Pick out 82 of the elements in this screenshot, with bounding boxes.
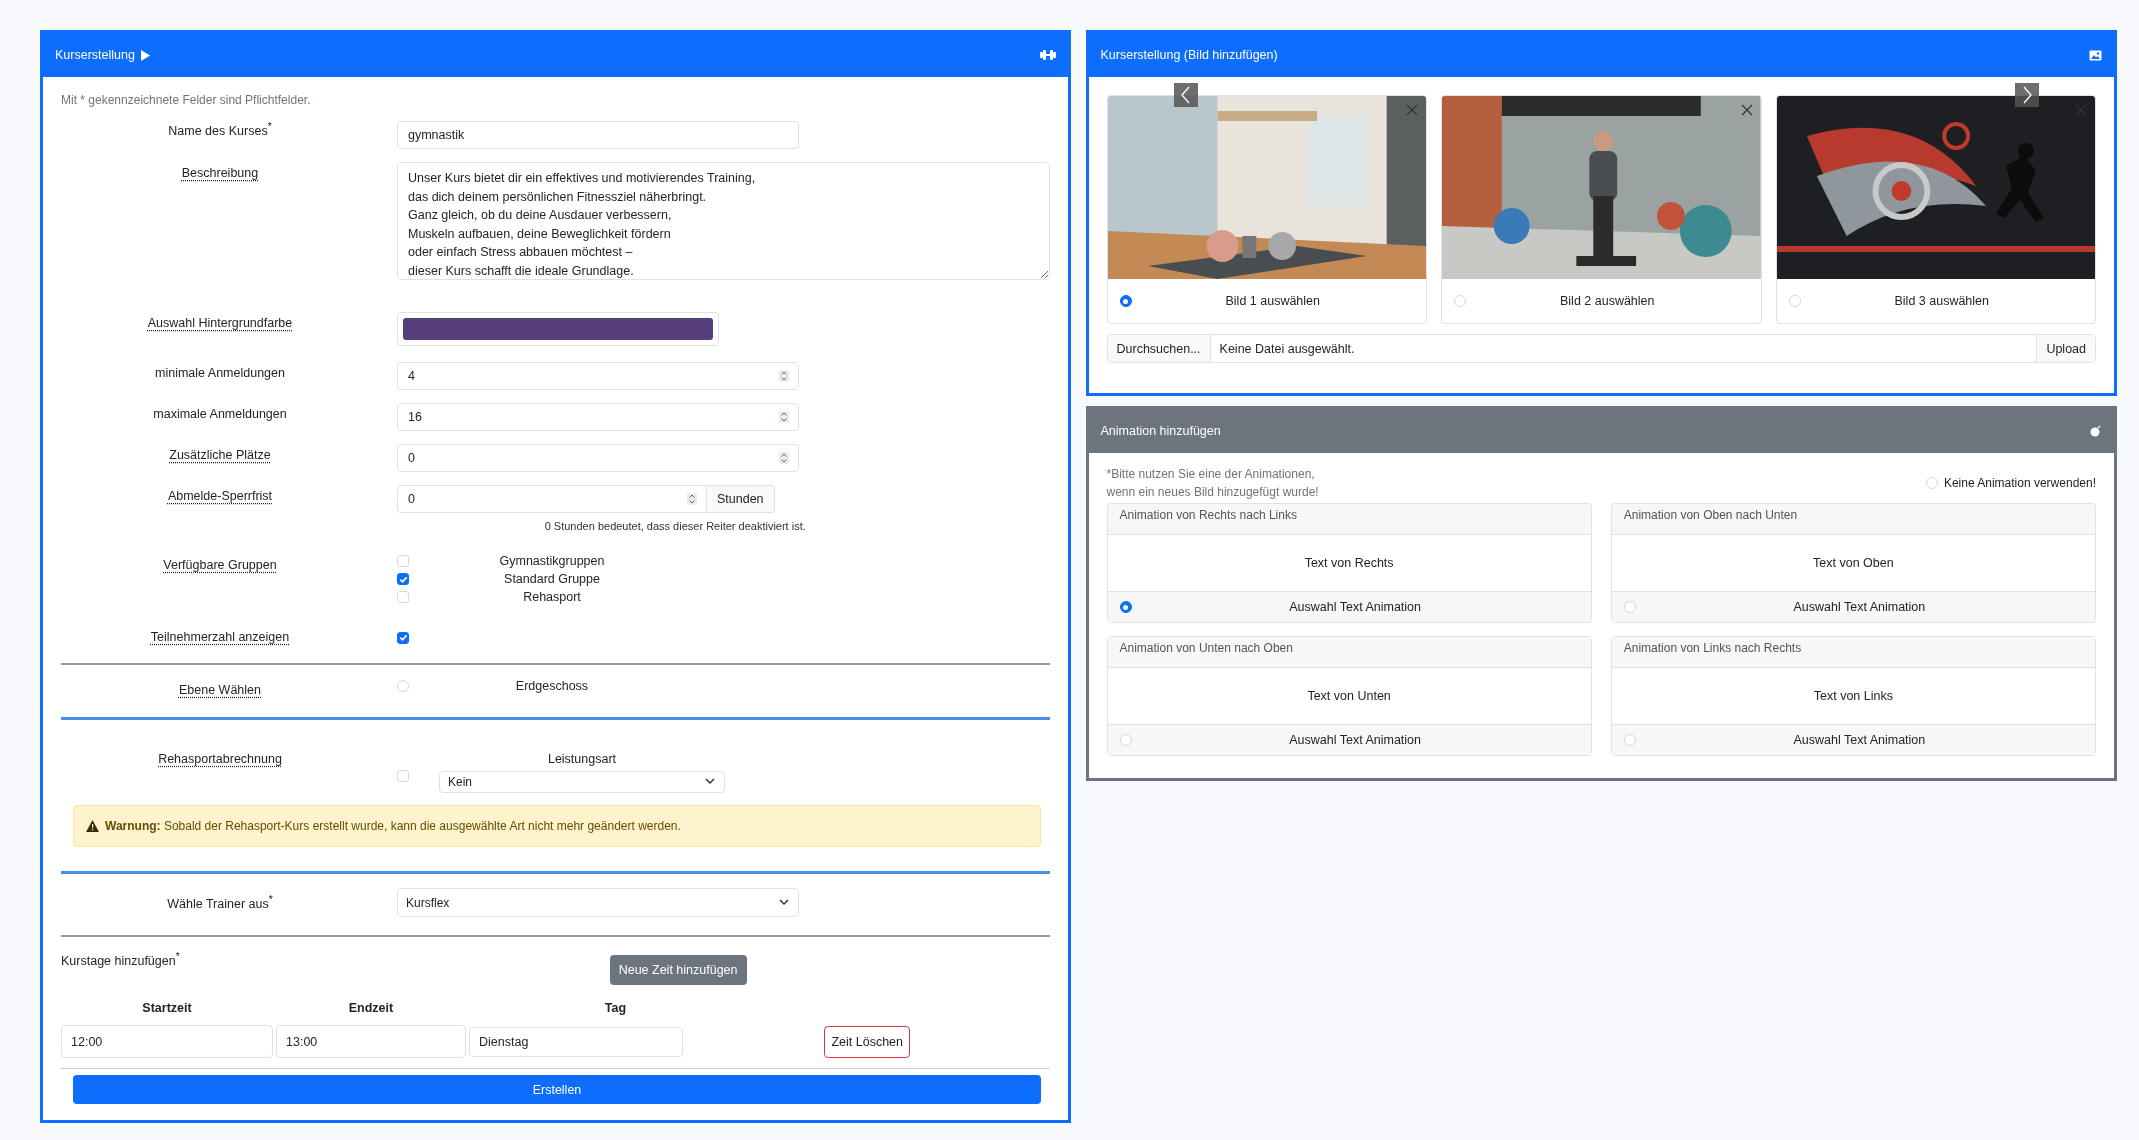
create-button[interactable]: Erstellen [73, 1075, 1041, 1104]
trainer-select[interactable]: Kursflex [397, 888, 799, 917]
delete-time-button[interactable]: Zeit Löschen [824, 1025, 911, 1058]
field-label: Rehasportabrechnung [158, 751, 282, 766]
close-icon[interactable] [1740, 104, 1753, 116]
field-label: Leistungsart [547, 752, 617, 766]
radio-label: Auswahl Text Animation [1288, 733, 1422, 747]
number-field[interactable]: 0 [397, 444, 799, 472]
spinner-icon[interactable] [779, 370, 789, 382]
file-name: Keine Datei ausgewählt. [1218, 340, 1356, 358]
field-label: Zusätzliche Plätze [169, 447, 271, 462]
field-label: Wähle Trainer aus$^{*}$ [167, 893, 273, 912]
bomb-icon [2090, 425, 2102, 437]
radio-label: Auswahl Text Animation [1792, 733, 1927, 747]
field-label: Verfügbare Gruppen [163, 557, 277, 572]
card-title: Animation von Oben nach Unten [1623, 508, 1798, 522]
field-label: Auswahl Hintergrundfarbe [147, 315, 293, 330]
radio-label: Bild 2 auswählen [1559, 294, 1656, 308]
warning-icon [86, 820, 99, 832]
checkbox-label: Gymnastikgruppen [498, 554, 606, 568]
spinner-icon[interactable] [779, 411, 789, 423]
section-label: Kurstage hinzufügen$^{*}$ [61, 951, 180, 969]
previous-icon[interactable] [1173, 83, 1198, 107]
warning-text: Warnung: Sobald der Rehasport-Kurs erstellt wurde, kann die ausgewählte Art nicht mehr geändert werden. [105, 819, 681, 833]
field-label: maximale Anmeldungen [153, 406, 287, 421]
panel-title: Kurserstellung (Bild hinzufügen) [1100, 48, 1278, 62]
radio-label: Bild 1 auswählen [1224, 294, 1321, 308]
field-label: Abmelde-Sperrfrist [167, 488, 273, 503]
day-field[interactable]: Dienstag [469, 1026, 683, 1057]
description-field[interactable]: Unser Kurs bietet dir ein effektives und motivierendes Training, das dich deinem persönlichen Fitnessziel näherbringt. Ganz gleich, ob du deine Ausdauer verbessern, Muskeln aufbauen, deine Beweglichkeit fördern oder einfach Stress abbauen möchtest – dieser Kurs schafft die ideale Grundlage. [397, 162, 1050, 280]
chevron-icon [705, 778, 715, 785]
sample-text: Text von Links [1813, 689, 1893, 703]
dumbbell-icon [1039, 49, 1056, 61]
sample-text: Text von Oben [1813, 556, 1894, 570]
number-field[interactable]: 4 [397, 362, 799, 390]
radio-label: Keine Animation verwenden! [1943, 476, 2096, 490]
checkbox[interactable] [397, 573, 409, 585]
field-label: Teilnehmerzahl anzeigen [150, 629, 290, 644]
field-label: minimale Anmeldungen [155, 365, 285, 380]
course-name-field[interactable]: gymnastik [397, 121, 799, 149]
card-title: Animation von Rechts nach Links [1119, 508, 1297, 522]
field-label: Beschreibung [181, 165, 259, 180]
image-icon [2089, 49, 2102, 61]
unit-addon[interactable]: Stunden [707, 485, 775, 513]
column-header: Tag [603, 1001, 628, 1015]
browse-button[interactable]: Durchsuchen... [1107, 335, 1211, 362]
spinner-icon[interactable] [779, 452, 789, 464]
radio-label: Auswahl Text Animation [1792, 600, 1927, 614]
file-field[interactable]: Durchsuchen... Keine Datei ausgewählt. Upload [1106, 334, 2096, 363]
animation-note: *Bitte nutzen Sie eine der Animationen, wenn ein neues Bild hinzugefügt wurde! [1106, 466, 1319, 501]
radio-label: Auswahl Text Animation [1288, 600, 1422, 614]
play-icon [140, 49, 150, 61]
radio-button[interactable] [1119, 295, 1132, 307]
sample-text: Text von Rechts [1304, 556, 1394, 570]
chevron-icon [779, 898, 789, 906]
radio-label: Erdgeschoss [514, 679, 590, 693]
time-field[interactable]: 12:00 [61, 1025, 273, 1058]
color-picker[interactable] [397, 312, 719, 346]
checkbox-label: Standard Gruppe [503, 572, 601, 586]
time-field[interactable]: 13:00 [276, 1025, 466, 1058]
service-select[interactable]: Kein [439, 771, 725, 793]
column-header: Startzeit [141, 1001, 193, 1015]
spinner-icon[interactable] [687, 493, 697, 505]
help-text: 0 Stunden bedeutet, dass dieser Reiter deaktiviert ist. [543, 520, 807, 532]
panel-title: Animation hinzufügen [1100, 424, 1221, 438]
next-icon[interactable] [2015, 83, 2039, 107]
field-label: Ebene Wählen [179, 682, 261, 697]
checkbox-label: Rehasport [522, 590, 582, 604]
sample-text: Text von Unten [1307, 689, 1391, 703]
upload-button[interactable]: Upload [2036, 335, 2095, 362]
card-title: Animation von Unten nach Oben [1119, 641, 1293, 655]
required-note: Mit * gekennzeichnete Felder sind Pflichtfelder. [61, 93, 312, 107]
panel-title: Kurserstellung [55, 48, 135, 62]
add-time-button[interactable]: Neue Zeit hinzufügen [609, 955, 747, 985]
checkbox[interactable] [397, 631, 409, 644]
number-field[interactable]: 16 [397, 403, 799, 431]
column-header: Endzeit [347, 1001, 395, 1015]
field-label: Name des Kurses$^{*}$ [168, 121, 272, 139]
radio-label: Bild 3 auswählen [1893, 294, 1990, 308]
number-field[interactable]: 0 [397, 485, 707, 513]
radio-button[interactable] [1119, 601, 1132, 613]
card-title: Animation von Links nach Rechts [1623, 641, 1802, 655]
